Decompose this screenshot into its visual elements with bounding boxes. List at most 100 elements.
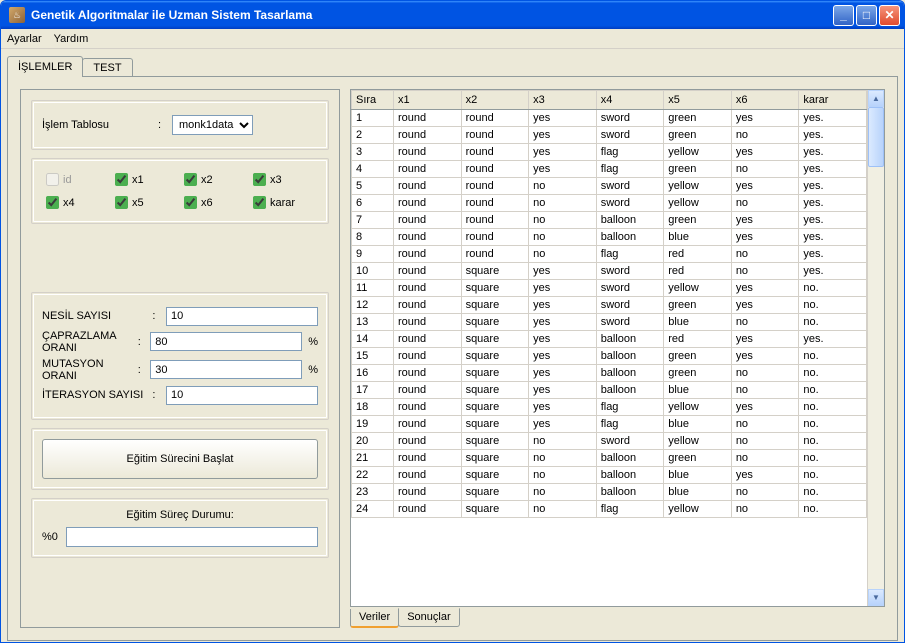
table-cell: round bbox=[394, 229, 462, 246]
table-cell: yes bbox=[529, 161, 597, 178]
table-row[interactable]: 9roundroundnoflagrednoyes. bbox=[352, 246, 867, 263]
table-cell: yes. bbox=[799, 212, 867, 229]
btab-veriler[interactable]: Veriler bbox=[350, 609, 399, 628]
table-row[interactable]: 13roundsquareyesswordbluenono. bbox=[352, 314, 867, 331]
table-cell: yes. bbox=[799, 246, 867, 263]
maximize-button[interactable]: □ bbox=[856, 5, 877, 26]
table-row[interactable]: 6roundroundnoswordyellownoyes. bbox=[352, 195, 867, 212]
table-cell: 24 bbox=[352, 501, 394, 518]
table-row[interactable]: 15roundsquareyesballoongreenyesno. bbox=[352, 348, 867, 365]
right-panel: Sırax1x2x3x4x5x6karar 1roundroundyesswor… bbox=[350, 89, 885, 628]
col-header[interactable]: karar bbox=[799, 91, 867, 110]
tab-islemler[interactable]: İŞLEMLER bbox=[7, 56, 83, 77]
table-cell: yes bbox=[731, 178, 799, 195]
col-header[interactable]: x3 bbox=[529, 91, 597, 110]
table-row[interactable]: 14roundsquareyesballoonredyesyes. bbox=[352, 331, 867, 348]
table-row[interactable]: 8roundroundnoballoonblueyesyes. bbox=[352, 229, 867, 246]
close-button[interactable]: ✕ bbox=[879, 5, 900, 26]
scroll-up-button[interactable]: ▲ bbox=[868, 90, 884, 107]
chk-x5[interactable]: x5 bbox=[115, 196, 176, 209]
col-header[interactable]: x1 bbox=[394, 91, 462, 110]
scroll-thumb[interactable] bbox=[868, 107, 884, 167]
table-row[interactable]: 12roundsquareyesswordgreenyesno. bbox=[352, 297, 867, 314]
pct-label2: % bbox=[308, 364, 318, 376]
table-row[interactable]: 19roundsquareyesflagbluenono. bbox=[352, 416, 867, 433]
table-row[interactable]: 17roundsquareyesballoonbluenono. bbox=[352, 382, 867, 399]
table-row[interactable]: 1roundroundyesswordgreenyesyes. bbox=[352, 110, 867, 127]
mutasyon-input[interactable] bbox=[150, 360, 302, 379]
nesil-input[interactable] bbox=[166, 307, 318, 326]
table-cell: no bbox=[731, 416, 799, 433]
table-cell: flag bbox=[596, 416, 664, 433]
table-cell: yellow bbox=[664, 195, 732, 212]
scroll-down-button[interactable]: ▼ bbox=[868, 589, 884, 606]
col-header[interactable]: x4 bbox=[596, 91, 664, 110]
islem-tablosu-select[interactable]: monk1data bbox=[172, 115, 253, 135]
table-cell: round bbox=[394, 195, 462, 212]
data-table-scroll[interactable]: Sırax1x2x3x4x5x6karar 1roundroundyesswor… bbox=[351, 90, 867, 606]
menu-ayarlar[interactable]: Ayarlar bbox=[7, 33, 42, 45]
table-cell: round bbox=[394, 416, 462, 433]
chk-x4[interactable]: x4 bbox=[46, 196, 107, 209]
table-row[interactable]: 4roundroundyesflaggreennoyes. bbox=[352, 161, 867, 178]
col-header[interactable]: x5 bbox=[664, 91, 732, 110]
chk-karar[interactable]: karar bbox=[253, 196, 314, 209]
table-row[interactable]: 23roundsquarenoballoonbluenono. bbox=[352, 484, 867, 501]
table-cell: no bbox=[529, 450, 597, 467]
table-row[interactable]: 11roundsquareyesswordyellowyesno. bbox=[352, 280, 867, 297]
egitim-baslat-button[interactable]: Eğitim Sürecini Başlat bbox=[42, 439, 318, 479]
chk-x1[interactable]: x1 bbox=[115, 173, 176, 186]
table-cell: round bbox=[394, 433, 462, 450]
chk-x3[interactable]: x3 bbox=[253, 173, 314, 186]
table-cell: square bbox=[461, 416, 529, 433]
table-cell: yes bbox=[731, 212, 799, 229]
table-row[interactable]: 10roundsquareyesswordrednoyes. bbox=[352, 263, 867, 280]
table-cell: round bbox=[461, 110, 529, 127]
minimize-button[interactable]: _ bbox=[833, 5, 854, 26]
col-header[interactable]: x2 bbox=[461, 91, 529, 110]
table-cell: flag bbox=[596, 144, 664, 161]
tab-test[interactable]: TEST bbox=[82, 58, 132, 76]
table-row[interactable]: 24roundsquarenoflagyellownono. bbox=[352, 501, 867, 518]
table-row[interactable]: 22roundsquarenoballoonblueyesno. bbox=[352, 467, 867, 484]
table-cell: no bbox=[731, 246, 799, 263]
table-cell: sword bbox=[596, 195, 664, 212]
table-row[interactable]: 21roundsquarenoballoongreennono. bbox=[352, 450, 867, 467]
table-cell: 21 bbox=[352, 450, 394, 467]
iterasyon-input[interactable] bbox=[166, 386, 318, 405]
table-cell: 22 bbox=[352, 467, 394, 484]
menu-yardim[interactable]: Yardım bbox=[54, 33, 89, 45]
table-cell: yes. bbox=[799, 229, 867, 246]
scroll-track[interactable] bbox=[868, 107, 884, 589]
capraz-label: ÇAPRAZLAMA ORANI bbox=[42, 330, 132, 354]
vertical-scrollbar[interactable]: ▲ ▼ bbox=[867, 90, 884, 606]
table-row[interactable]: 20roundsquarenoswordyellownono. bbox=[352, 433, 867, 450]
table-row[interactable]: 3roundroundyesflagyellowyesyes. bbox=[352, 144, 867, 161]
table-cell: square bbox=[461, 314, 529, 331]
table-cell: 23 bbox=[352, 484, 394, 501]
table-row[interactable]: 7roundroundnoballoongreenyesyes. bbox=[352, 212, 867, 229]
table-cell: yes. bbox=[799, 178, 867, 195]
table-cell: round bbox=[461, 161, 529, 178]
col-header[interactable]: Sıra bbox=[352, 91, 394, 110]
col-header[interactable]: x6 bbox=[731, 91, 799, 110]
chk-x6[interactable]: x6 bbox=[184, 196, 245, 209]
table-row[interactable]: 16roundsquareyesballoongreennono. bbox=[352, 365, 867, 382]
table-cell: yes bbox=[529, 331, 597, 348]
table-row[interactable]: 18roundsquareyesflagyellowyesno. bbox=[352, 399, 867, 416]
chk-id[interactable]: id bbox=[46, 173, 107, 186]
table-cell: balloon bbox=[596, 365, 664, 382]
titlebar[interactable]: ♨ Genetik Algoritmalar ile Uzman Sistem … bbox=[1, 1, 904, 29]
table-cell: blue bbox=[664, 229, 732, 246]
table-cell: no. bbox=[799, 365, 867, 382]
table-cell: no. bbox=[799, 348, 867, 365]
table-row[interactable]: 2roundroundyesswordgreennoyes. bbox=[352, 127, 867, 144]
table-cell: square bbox=[461, 399, 529, 416]
capraz-input[interactable] bbox=[150, 332, 302, 351]
table-row[interactable]: 5roundroundnoswordyellowyesyes. bbox=[352, 178, 867, 195]
btab-sonuclar[interactable]: Sonuçlar bbox=[398, 608, 459, 627]
table-cell: no bbox=[529, 501, 597, 518]
table-cell: no bbox=[731, 484, 799, 501]
chk-x2[interactable]: x2 bbox=[184, 173, 245, 186]
client-area: İŞLEMLER TEST İşlem Tablosu : monk1data bbox=[1, 49, 904, 642]
